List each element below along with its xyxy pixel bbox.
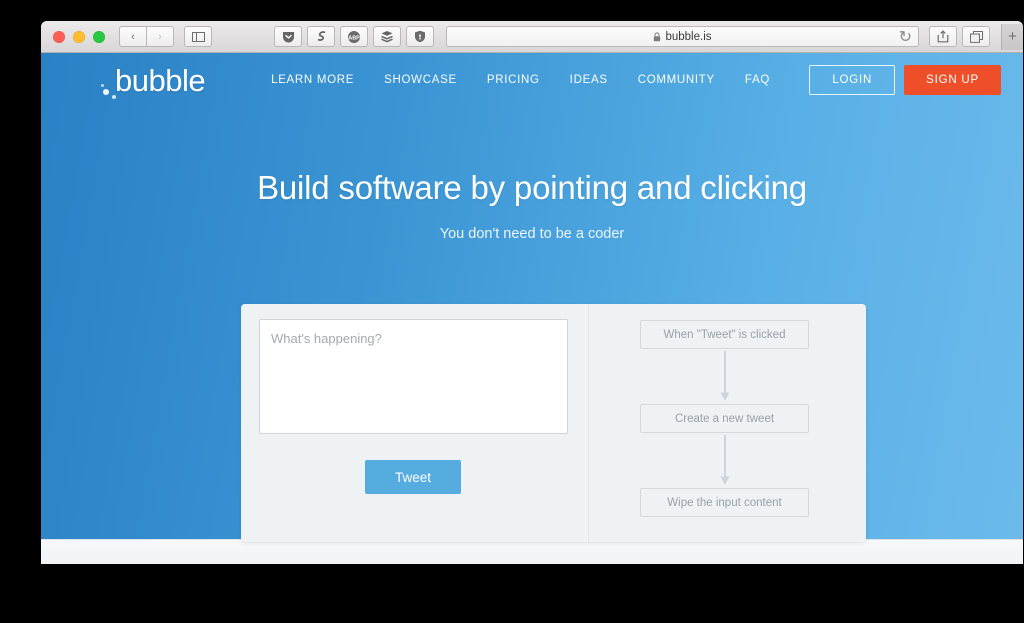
- tweet-button[interactable]: Tweet: [365, 460, 461, 494]
- show-tabs-button[interactable]: [962, 26, 990, 47]
- close-window-button[interactable]: [53, 30, 65, 43]
- demo-card: What's happening? Tweet When "Tweet" is …: [241, 304, 866, 542]
- browser-toolbar: ‹ › ABP bubble.is ↻ +: [41, 21, 1023, 53]
- nav-item-showcase[interactable]: SHOWCASE: [384, 74, 457, 86]
- nav-item-faq[interactable]: FAQ: [745, 74, 770, 86]
- page-content: bubble LEARN MORE SHOWCASE PRICING IDEAS…: [41, 53, 1023, 564]
- tweet-input-placeholder: What's happening?: [271, 331, 382, 346]
- logo-text: bubble: [115, 62, 206, 98]
- workflow-step-trigger[interactable]: When "Tweet" is clicked: [640, 320, 809, 349]
- workflow-step-wipe-input[interactable]: Wipe the input content: [640, 488, 809, 517]
- back-button[interactable]: ‹: [119, 26, 147, 47]
- back-chevron-icon: ‹: [131, 30, 135, 43]
- window-controls: [53, 30, 105, 43]
- hero-title: Build software by pointing and clicking: [257, 169, 807, 206]
- login-button[interactable]: LOGIN: [809, 65, 896, 95]
- page-footer-strip: [41, 539, 1023, 564]
- forward-chevron-icon: ›: [158, 30, 162, 43]
- browser-extensions: ABP: [274, 26, 434, 47]
- nav-item-community[interactable]: COMMUNITY: [638, 74, 715, 86]
- ublock-shield-extension-icon[interactable]: [406, 26, 434, 47]
- url-text: bubble.is: [665, 30, 712, 43]
- sidebar-toggle-button[interactable]: [184, 26, 212, 47]
- hero-subtitle: You don't need to be a coder: [439, 226, 625, 242]
- svg-text:ABP: ABP: [348, 35, 360, 41]
- site-header: bubble LEARN MORE SHOWCASE PRICING IDEAS…: [41, 53, 1023, 107]
- reload-button[interactable]: ↻: [899, 27, 912, 47]
- nav-item-pricing[interactable]: PRICING: [487, 74, 540, 86]
- tabs-icon: [969, 30, 983, 43]
- workflow-arrow-icon: [718, 349, 732, 404]
- sidebar-icon: [191, 31, 205, 42]
- main-navigation: LEARN MORE SHOWCASE PRICING IDEAS COMMUN…: [271, 74, 770, 86]
- logo-bubble-dot-icon: [103, 88, 109, 95]
- signup-button[interactable]: SIGN UP: [904, 65, 1001, 95]
- zoom-window-button[interactable]: [93, 30, 105, 43]
- workflow-step-create-tweet[interactable]: Create a new tweet: [640, 404, 809, 433]
- workflow-list: When "Tweet" is clicked Create a new twe…: [640, 320, 809, 517]
- logo-bubble-dot-small-icon: [112, 94, 116, 99]
- demo-preview-panel: What's happening? Tweet: [241, 304, 589, 542]
- new-tab-button[interactable]: +: [1001, 23, 1023, 50]
- nav-item-ideas[interactable]: IDEAS: [570, 74, 608, 86]
- demo-workflow-panel: When "Tweet" is clicked Create a new twe…: [589, 304, 866, 542]
- logo-bubble-dot-tiny-icon: [101, 83, 104, 87]
- auth-buttons: LOGIN SIGN UP: [809, 65, 1001, 95]
- adblock-plus-extension-icon[interactable]: ABP: [340, 26, 368, 47]
- navigation-buttons: ‹ ›: [119, 26, 174, 47]
- share-button[interactable]: [929, 26, 957, 47]
- hero-section: bubble LEARN MORE SHOWCASE PRICING IDEAS…: [41, 53, 1023, 542]
- workflow-arrow-icon-2: [718, 433, 732, 488]
- pocket-extension-icon[interactable]: [274, 26, 302, 47]
- share-icon: [937, 30, 949, 43]
- minimize-window-button[interactable]: [73, 30, 85, 43]
- nav-item-learn-more[interactable]: LEARN MORE: [271, 74, 354, 86]
- tweet-input[interactable]: What's happening?: [259, 319, 568, 434]
- browser-window: ‹ › ABP bubble.is ↻ + bubble LEARN MORE …: [41, 21, 1023, 564]
- toolbar-right-buttons: +: [929, 23, 1023, 50]
- address-bar-content: bubble.is: [653, 30, 712, 43]
- bubble-logo[interactable]: bubble: [101, 62, 206, 99]
- forward-button[interactable]: ›: [146, 26, 174, 47]
- buffer-extension-icon[interactable]: [373, 26, 401, 47]
- address-bar[interactable]: bubble.is ↻: [446, 26, 919, 47]
- lock-icon: [654, 31, 661, 41]
- evernote-extension-icon[interactable]: [307, 26, 335, 47]
